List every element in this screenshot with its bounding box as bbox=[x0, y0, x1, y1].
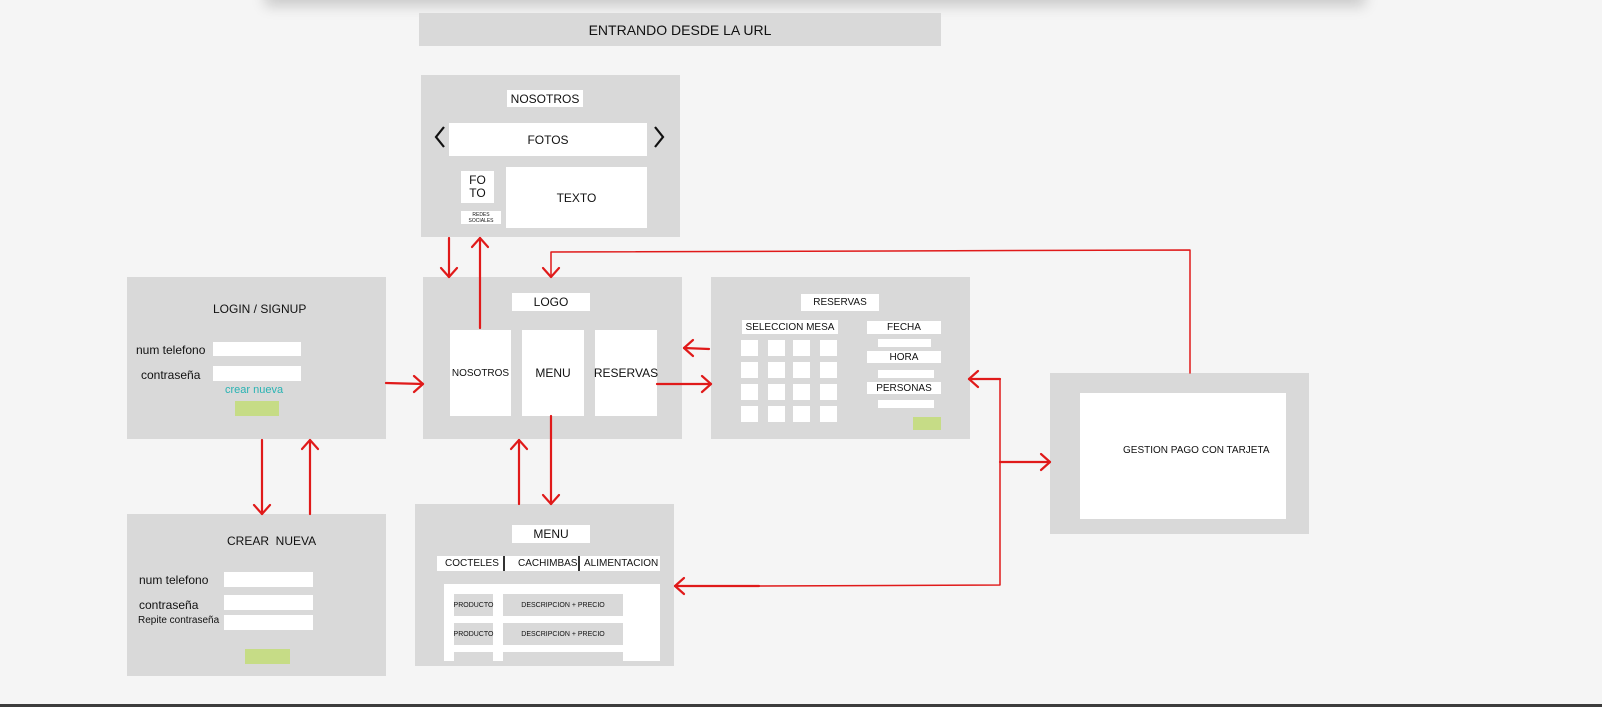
arrow-reservas-to-home bbox=[682, 346, 711, 351]
arrow-login-to-home bbox=[384, 381, 425, 386]
arrow-payment-to-home bbox=[550, 249, 1191, 374]
flow-arrows bbox=[252, 236, 1191, 596]
